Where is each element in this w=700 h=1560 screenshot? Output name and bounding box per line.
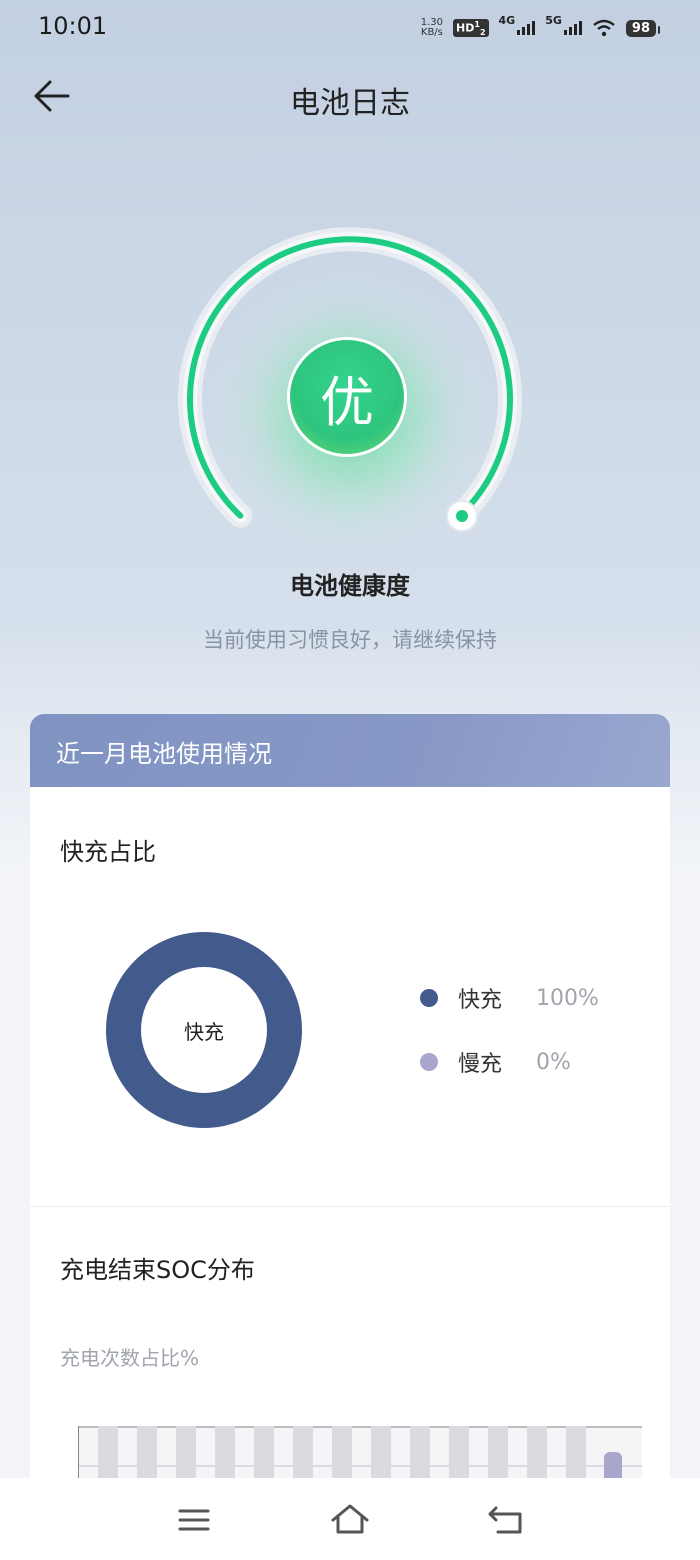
app-header: 电池日志 bbox=[0, 60, 700, 132]
home-icon bbox=[331, 1504, 369, 1534]
signal-4g-icon: 4G bbox=[499, 14, 536, 35]
legend-dot-slow bbox=[420, 1053, 438, 1071]
fast-charge-legend: 快充 100% 慢充 0% bbox=[420, 978, 599, 1082]
legend-item-fast: 快充 100% bbox=[420, 978, 599, 1018]
battery-icon: 98 bbox=[625, 19, 661, 37]
health-title: 电池健康度 bbox=[290, 572, 410, 600]
fast-charge-donut: 快充 bbox=[106, 932, 302, 1128]
network-speed: 1.30 KB/s bbox=[420, 17, 444, 38]
legend-dot-fast bbox=[420, 989, 438, 1007]
hd-icon: HD12 bbox=[453, 18, 489, 38]
signal-5g-icon: 5G bbox=[545, 14, 582, 35]
soc-title: 充电结束SOC分布 bbox=[60, 1256, 255, 1284]
soc-y-label: 充电次数占比% bbox=[60, 1346, 200, 1370]
section-divider bbox=[30, 1206, 670, 1207]
status-bar: 10:01 1.30 KB/s HD12 4G 5G 98 bbox=[0, 0, 700, 56]
card-title: 近一月电池使用情况 bbox=[56, 740, 272, 768]
health-subtitle: 当前使用习惯良好，请继续保持 bbox=[203, 628, 497, 652]
back-icon bbox=[488, 1506, 522, 1534]
usage-card: 近一月电池使用情况 快充占比 快充 快充 100% 慢充 0% 充电结束SOC分… bbox=[30, 714, 670, 1494]
status-time: 10:01 bbox=[38, 12, 108, 40]
page-title: 电池日志 bbox=[290, 86, 410, 121]
wifi-icon bbox=[593, 19, 615, 37]
status-icons: 1.30 KB/s HD12 4G 5G 98 bbox=[420, 14, 661, 42]
legend-item-slow: 慢充 0% bbox=[420, 1042, 599, 1082]
system-back-button[interactable] bbox=[486, 1500, 526, 1540]
menu-button[interactable] bbox=[174, 1500, 214, 1540]
system-nav-bar bbox=[0, 1478, 700, 1560]
soc-bar-chart bbox=[78, 1426, 642, 1486]
donut-center-label: 快充 bbox=[141, 967, 267, 1093]
card-header: 近一月电池使用情况 bbox=[30, 714, 670, 787]
menu-icon bbox=[178, 1509, 210, 1531]
battery-health-gauge: 优 bbox=[170, 220, 530, 540]
health-grade-badge: 优 bbox=[287, 337, 407, 457]
fast-charge-title: 快充占比 bbox=[60, 838, 156, 866]
home-button[interactable] bbox=[330, 1500, 370, 1540]
